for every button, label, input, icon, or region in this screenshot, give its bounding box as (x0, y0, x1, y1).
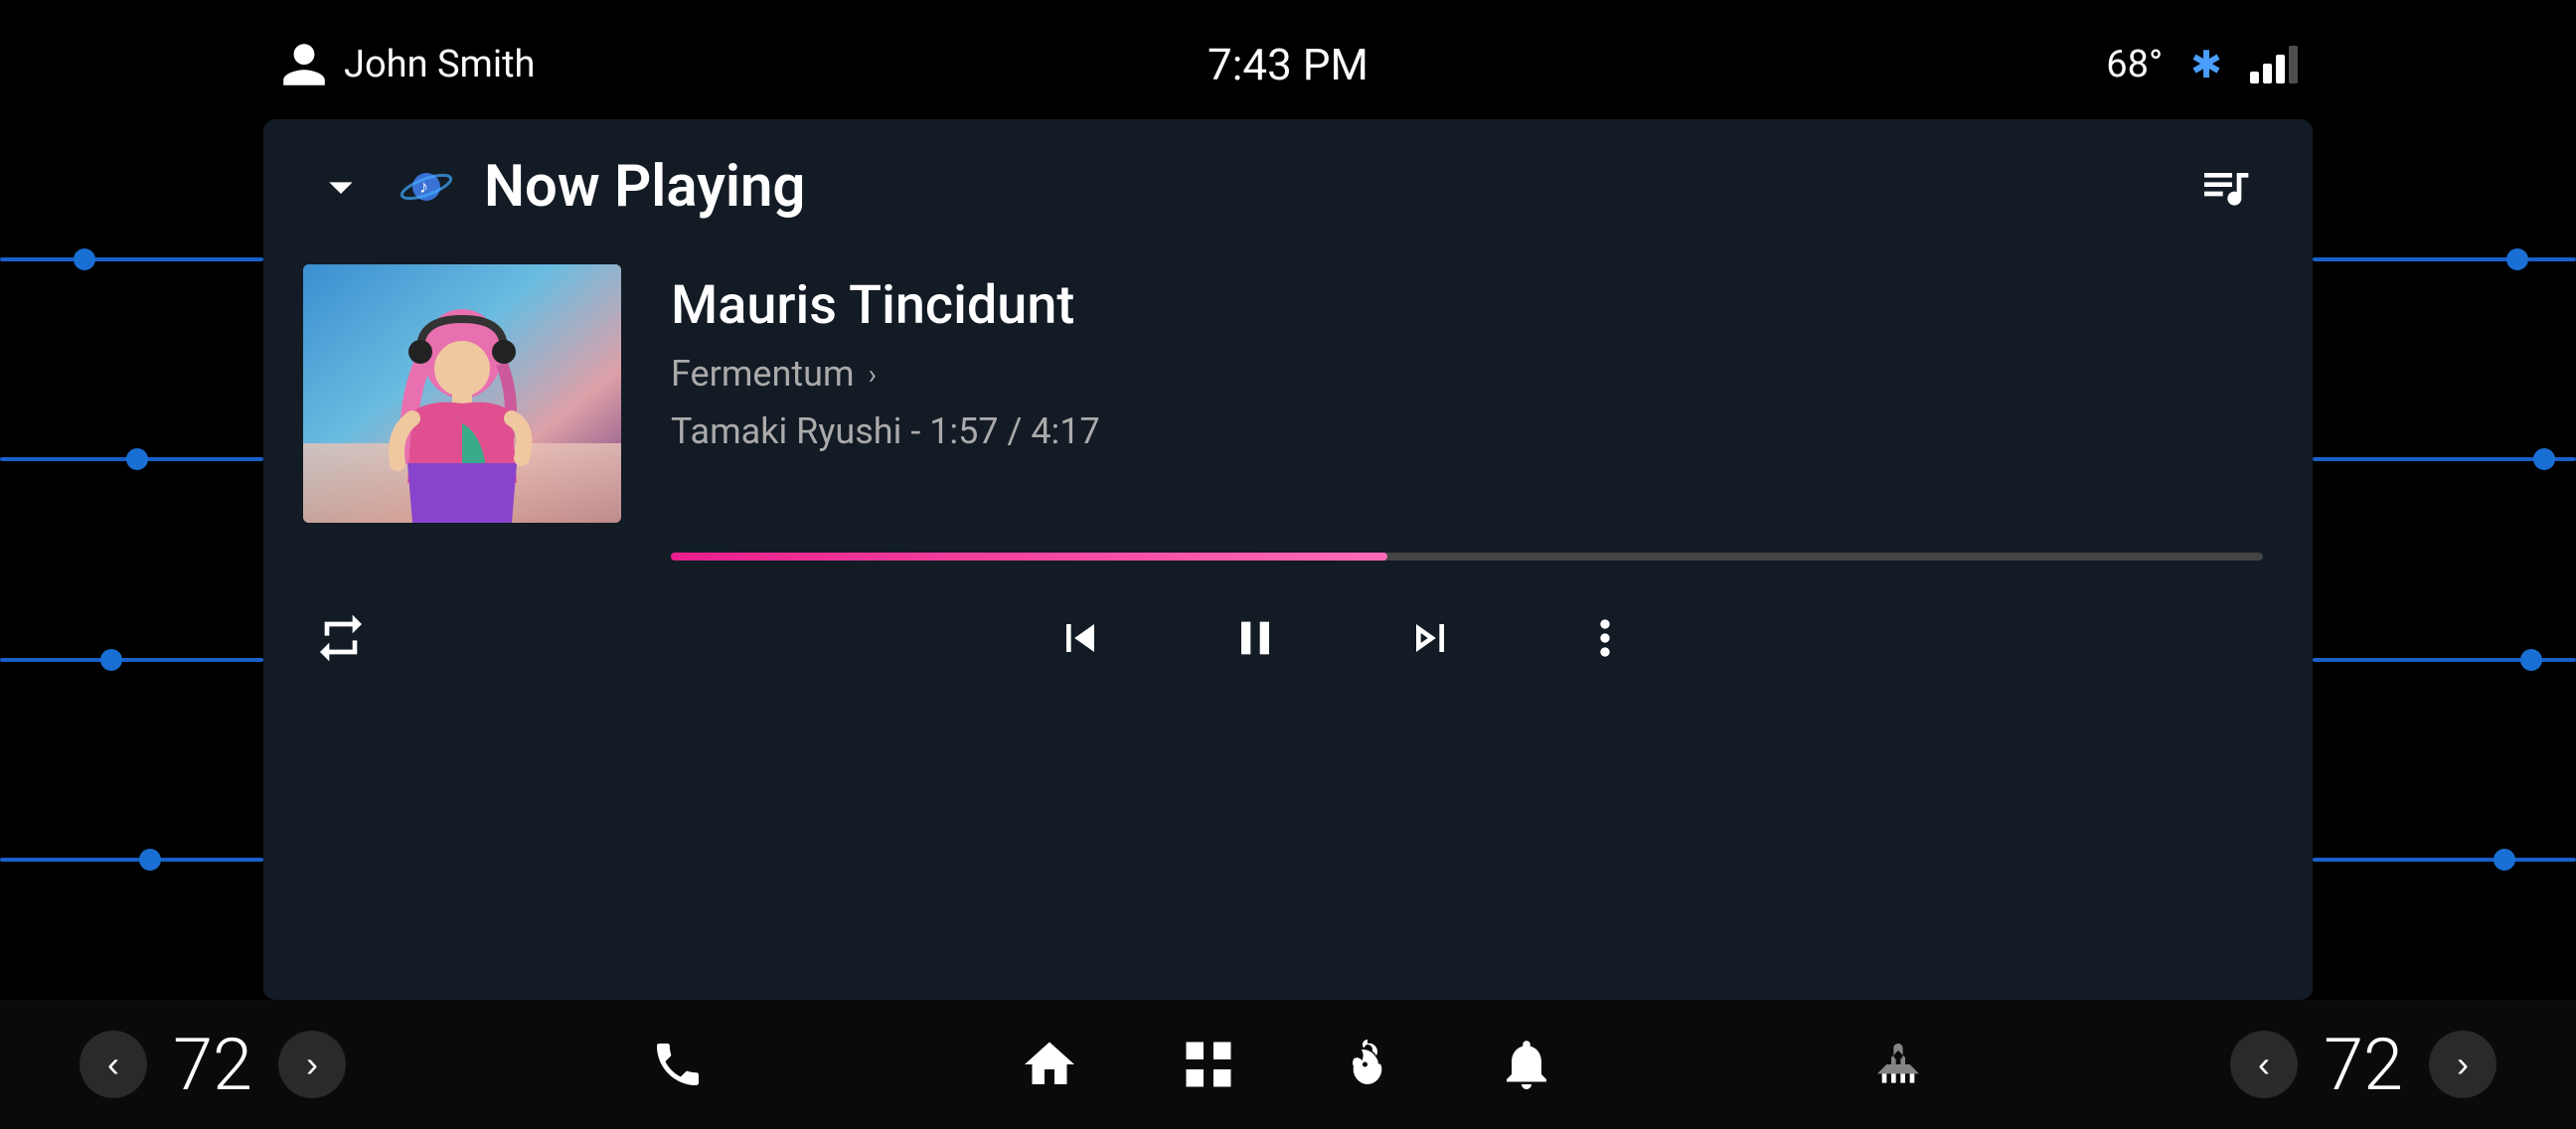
progress-fill (671, 553, 1387, 561)
track-info-row: Mauris Tincidunt Fermentum › Tamaki Ryus… (303, 264, 2263, 523)
album-name: Fermentum (671, 353, 855, 395)
seat-heat-button[interactable] (1860, 1027, 1936, 1102)
card-content: Mauris Tincidunt Fermentum › Tamaki Ryus… (263, 244, 2313, 1000)
now-playing-title: Now Playing (484, 153, 805, 221)
album-chevron-icon: › (869, 358, 877, 391)
left-controls (303, 600, 502, 676)
right-sliders (2313, 119, 2576, 1000)
user-name: John Smith (344, 43, 535, 86)
right-temp-value: 72 (2314, 1023, 2413, 1107)
track-album[interactable]: Fermentum › (671, 353, 2263, 395)
right-slider-3[interactable] (2313, 658, 2576, 662)
status-bar: John Smith 7:43 PM 68° ✱ (0, 0, 2576, 129)
bluetooth-icon: ✱ (2190, 43, 2222, 87)
right-temp-decrease[interactable]: ‹ (2230, 1031, 2298, 1098)
bottom-nav: ‹ 72 › (0, 1000, 2576, 1129)
temperature: 68° (2106, 43, 2163, 86)
bell-button[interactable] (1487, 1025, 1566, 1104)
user-icon (278, 39, 330, 90)
skip-next-button[interactable] (1392, 600, 1468, 676)
left-temp-control: ‹ 72 › (80, 1023, 346, 1107)
left-sliders (0, 119, 263, 1000)
signal-icon (2250, 46, 2298, 83)
card-header: ♪ Now Playing (263, 119, 2313, 244)
queue-button[interactable] (2187, 149, 2263, 225)
skip-previous-button[interactable] (1043, 600, 1118, 676)
left-temp-value: 72 (163, 1023, 262, 1107)
left-slider-4[interactable] (0, 858, 263, 862)
album-art (303, 264, 621, 523)
controls-row (303, 580, 2263, 696)
status-right: 68° ✱ (2106, 43, 2298, 87)
progress-track[interactable] (671, 553, 2263, 561)
music-app-icon: ♪ (399, 159, 454, 215)
right-slider-2[interactable] (2313, 457, 2576, 461)
left-temp-increase[interactable]: › (278, 1031, 346, 1098)
user-info: John Smith (278, 39, 535, 90)
right-temp-increase[interactable]: › (2429, 1031, 2496, 1098)
left-slider-3[interactable] (0, 658, 263, 662)
more-options-button[interactable] (1567, 600, 1643, 676)
phone-button[interactable] (640, 1027, 716, 1102)
status-time: 7:43 PM (1208, 39, 1368, 90)
right-slider-4[interactable] (2313, 858, 2576, 862)
home-button[interactable] (1010, 1025, 1089, 1104)
center-nav-icons (1010, 1025, 1566, 1104)
grid-button[interactable] (1169, 1025, 1248, 1104)
svg-text:♪: ♪ (419, 177, 428, 198)
left-slider-2[interactable] (0, 457, 263, 461)
fan-button[interactable] (1328, 1025, 1407, 1104)
progress-container[interactable] (303, 553, 2263, 580)
track-title: Mauris Tincidunt (671, 274, 2263, 337)
left-slider-1[interactable] (0, 257, 263, 261)
right-temp-control: ‹ 72 › (2230, 1023, 2496, 1107)
main-card: ♪ Now Playing (263, 119, 2313, 1000)
header-left: ♪ Now Playing (303, 149, 805, 225)
track-details: Mauris Tincidunt Fermentum › Tamaki Ryus… (671, 264, 2263, 452)
left-temp-decrease[interactable]: ‹ (80, 1031, 147, 1098)
pause-button[interactable] (1217, 600, 1293, 676)
center-controls (502, 600, 2183, 676)
repeat-button[interactable] (303, 600, 379, 676)
right-slider-1[interactable] (2313, 257, 2576, 261)
track-artist-time: Tamaki Ryushi - 1:57 / 4:17 (671, 410, 2263, 452)
collapse-button[interactable] (303, 149, 379, 225)
